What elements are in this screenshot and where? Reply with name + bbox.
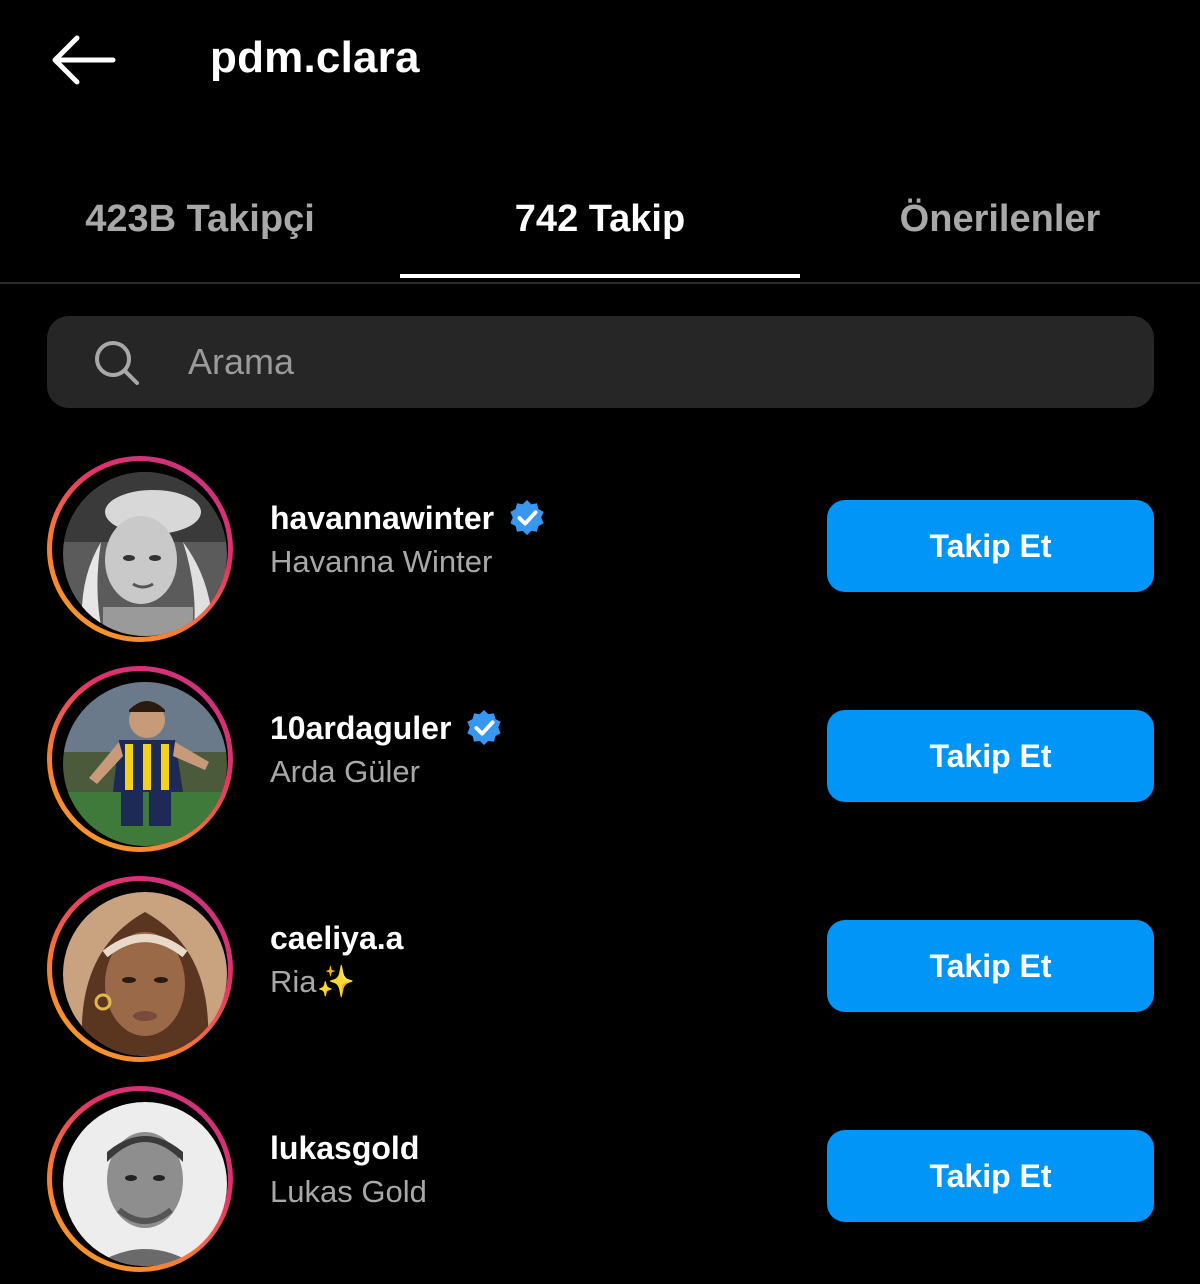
- follow-button[interactable]: Takip Et: [827, 710, 1154, 802]
- tab-bar: 423B Takipçi 742 Takip Önerilenler: [0, 160, 1200, 284]
- follow-button[interactable]: Takip Et: [827, 920, 1154, 1012]
- list-item[interactable]: 10ardaguler Arda Güler Takip Et: [0, 664, 1200, 864]
- avatar[interactable]: [63, 1102, 227, 1266]
- full-name: Arda Güler: [270, 754, 420, 789]
- verified-badge-icon: [510, 499, 544, 536]
- tab-following[interactable]: 742 Takip: [400, 160, 800, 278]
- back-button[interactable]: [44, 30, 120, 90]
- story-ring: [47, 666, 233, 852]
- username[interactable]: lukasgold: [270, 1128, 419, 1168]
- username[interactable]: havannawinter: [270, 498, 546, 538]
- list-item[interactable]: havannawinter Havanna Winter Takip Et: [0, 454, 1200, 654]
- tab-suggested[interactable]: Önerilenler: [800, 160, 1200, 278]
- tab-followers[interactable]: 423B Takipçi: [0, 160, 400, 278]
- search-icon: [95, 341, 139, 385]
- arrow-left-icon: [52, 35, 116, 85]
- full-name: Ria✨: [270, 964, 356, 999]
- search-input[interactable]: [188, 330, 1128, 394]
- verified-badge-icon: [467, 709, 502, 746]
- top-bar: pdm.clara: [0, 0, 1200, 120]
- username-text: havannawinter: [270, 500, 495, 536]
- story-ring: [47, 1086, 233, 1272]
- list-item[interactable]: caeliya.a Ria✨ Takip Et: [0, 874, 1200, 1074]
- username[interactable]: caeliya.a: [270, 918, 403, 958]
- list-item[interactable]: lukasgold Lukas Gold Takip Et: [0, 1084, 1200, 1284]
- story-ring: [47, 456, 233, 642]
- username-text: lukasgold: [270, 1130, 420, 1166]
- avatar[interactable]: [63, 472, 227, 636]
- full-name: Lukas Gold: [270, 1174, 427, 1209]
- avatar[interactable]: [63, 892, 227, 1056]
- active-tab-indicator: [400, 274, 800, 278]
- follow-button[interactable]: Takip Et: [827, 1130, 1154, 1222]
- username-text: caeliya.a: [270, 920, 404, 956]
- follow-button[interactable]: Takip Et: [827, 500, 1154, 592]
- avatar[interactable]: [63, 682, 227, 846]
- username-text: 10ardaguler: [270, 710, 452, 746]
- story-ring: [47, 876, 233, 1062]
- page-title: pdm.clara: [210, 33, 420, 82]
- username[interactable]: 10ardaguler: [270, 708, 503, 748]
- full-name: Havanna Winter: [270, 544, 493, 579]
